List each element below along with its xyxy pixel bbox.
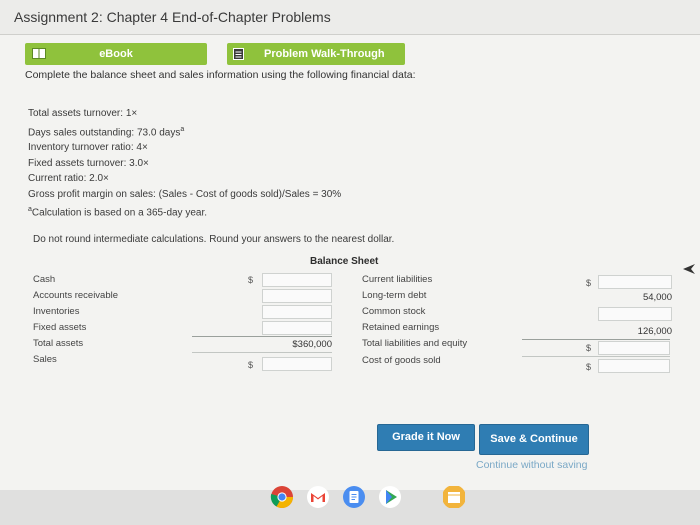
label-sales: Sales [33,354,57,365]
walkthrough-tab-label: Problem Walk-Through [264,48,385,60]
dollar-sign-cash: $ [248,275,254,285]
continue-without-saving-link[interactable]: Continue without saving [476,459,588,471]
assignment-title: Assignment 2: Chapter 4 End-of-Chapter P… [14,9,331,25]
total-liabilities-equity-input[interactable] [598,341,670,355]
instructions: Complete the balance sheet and sales inf… [25,69,416,81]
label-cost-of-goods-sold: Cost of goods sold [362,355,441,366]
retained-earnings-value: 126,000 [637,326,672,337]
ebook-tab[interactable]: eBook [25,43,207,65]
document-icon [233,48,244,60]
ebook-tab-label: eBook [99,48,133,60]
assignment-page: Assignment 2: Chapter 4 End-of-Chapter P… [0,0,700,490]
label-accounts-receivable: Accounts receivable [33,290,119,301]
docs-icon[interactable] [342,485,366,509]
save-and-continue-button[interactable]: Save & Continue [479,424,589,455]
total-assets-rule [192,336,332,337]
total-liabilities-double-rule [522,356,670,357]
footnote-text: Calculation is based on a 365-day year. [31,207,208,219]
problem-walkthrough-tab[interactable]: Problem Walk-Through [227,43,405,65]
mouse-cursor-icon [683,264,695,274]
label-long-term-debt: Long-term debt [362,290,427,301]
footnote: aCalculation is based on a 365-day year. [28,202,341,221]
fact-dso-text: Days sales outstanding: 73.0 days [28,126,181,138]
fact-total-assets-turnover: Total assets turnover: 1× [28,108,138,119]
book-icon [32,48,46,59]
fixed-assets-input[interactable] [262,321,332,335]
label-fixed-assets: Fixed assets [33,322,87,333]
fact-gross-profit-margin: Gross profit margin on sales: (Sales - C… [28,188,342,200]
calendar-app-icon[interactable] [442,485,466,509]
inventories-input[interactable] [262,305,332,319]
fact-inventory-turnover: Inventory turnover ratio: 4× [28,142,148,154]
sales-input[interactable] [262,357,332,371]
dollar-sign-total-liabilities: $ [586,343,592,353]
label-inventories: Inventories [33,306,80,317]
financial-data: Total assets turnover: 1× Days sales out… [28,106,341,221]
cash-input[interactable] [262,273,332,287]
total-liabilities-rule [522,339,670,340]
grade-it-now-button[interactable]: Grade it Now [377,424,475,451]
assignment-header: Assignment 2: Chapter 4 End-of-Chapter P… [0,0,700,35]
current-liabilities-input[interactable] [598,275,672,289]
label-total-assets: Total assets [33,338,84,349]
common-stock-input[interactable] [598,307,672,321]
label-retained-earnings: Retained earnings [362,322,440,333]
chrome-icon[interactable] [270,485,294,509]
play-store-icon[interactable] [378,485,402,509]
rounding-note: Do not round intermediate calculations. … [33,234,395,245]
gmail-icon[interactable] [306,485,330,509]
fact-dso-footnote-marker: a [180,125,185,133]
total-assets-value: $360,000 [292,339,332,350]
fact-fixed-assets-turnover: Fixed assets turnover: 3.0× [28,157,149,169]
dollar-sign-sales: $ [248,360,254,370]
fact-days-sales-outstanding: Days sales outstanding: 73.0 daysa [28,122,341,141]
label-cash: Cash [33,274,56,285]
balance-sheet-title: Balance Sheet [310,256,379,267]
dollar-sign-cogs: $ [586,362,592,372]
label-common-stock: Common stock [362,306,426,317]
fact-current-ratio: Current ratio: 2.0× [28,173,109,185]
total-assets-double-rule [192,352,332,353]
label-current-liabilities: Current liabilities [362,274,433,285]
long-term-debt-value: 54,000 [642,292,672,303]
label-total-liabilities-equity: Total liabilities and equity [362,338,468,349]
accounts-receivable-input[interactable] [262,289,332,303]
dollar-sign-current-liabilities: $ [586,278,592,288]
cost-of-goods-sold-input[interactable] [598,359,670,373]
